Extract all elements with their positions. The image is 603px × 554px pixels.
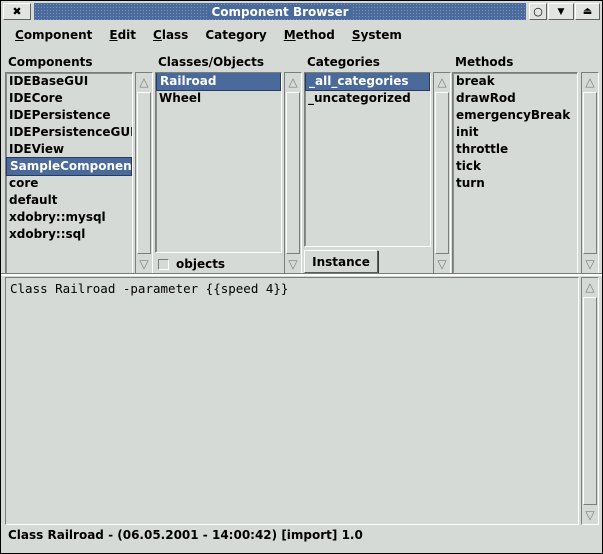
scroll-up-icon[interactable]: △ (136, 74, 152, 90)
component-item[interactable]: xdobry::sql (6, 226, 132, 243)
menu-edit[interactable]: Edit (109, 28, 136, 42)
menu-method[interactable]: Method (284, 28, 335, 42)
scroll-up-icon[interactable]: △ (582, 74, 598, 90)
menu-label: ystem (360, 28, 402, 42)
window-title: Component Browser (207, 4, 353, 19)
classes-list[interactable]: Railroad Wheel (155, 72, 282, 253)
maximize-button[interactable]: ⏏ (575, 3, 600, 20)
methods-list[interactable]: break drawRod emergencyBreak init throttle ti… (452, 72, 578, 274)
minimize-down-icon: ▼ (557, 6, 565, 17)
mnemonic: M (283, 28, 296, 42)
components-scrollbar[interactable]: △ ▽ (135, 72, 153, 274)
scroll-down-icon[interactable]: ▽ (136, 256, 152, 272)
status-bar: Class Railroad - (06.05.2001 - 14:00:42)… (8, 528, 363, 542)
source-editor[interactable]: Class Railroad -parameter {{speed 4}} (5, 277, 579, 525)
menu-label: ethod (295, 28, 335, 42)
menu-class[interactable]: Class (153, 28, 188, 42)
method-item[interactable]: throttle (453, 141, 577, 158)
instance-button[interactable]: Instance (304, 250, 378, 273)
close-x-icon: ✖ (12, 5, 22, 18)
scroll-up-icon[interactable]: △ (434, 74, 450, 90)
class-item[interactable]: Wheel (156, 90, 281, 107)
menu-label: lass (161, 28, 189, 42)
minimize-button[interactable]: ▼ (548, 3, 574, 20)
component-browser-window: ✖ Component Browser ○ ▼ ⏏ Component Edit… (0, 0, 603, 554)
classes-scrollbar[interactable]: △ ▽ (284, 72, 302, 274)
mnemonic: C (15, 28, 24, 42)
menu-label: Category (205, 28, 267, 42)
close-button[interactable]: ✖ (3, 3, 31, 20)
mnemonic: C (153, 28, 162, 42)
component-item[interactable]: IDEView (6, 141, 132, 158)
scroll-down-icon[interactable]: ▽ (582, 256, 598, 272)
component-item[interactable]: xdobry::mysql (6, 209, 132, 226)
menu-system[interactable]: System (352, 28, 402, 42)
menu-component[interactable]: Component (15, 28, 92, 42)
window-title-area[interactable]: Component Browser (34, 3, 526, 20)
scroll-up-icon[interactable]: △ (285, 74, 301, 90)
scroll-down-icon[interactable]: ▽ (285, 256, 301, 272)
methods-header: Methods (455, 55, 514, 69)
sticky-button[interactable]: ○ (529, 3, 547, 20)
categories-scrollbar[interactable]: △ ▽ (433, 72, 451, 274)
scroll-thumb[interactable] (435, 92, 449, 254)
scroll-down-icon[interactable]: ▽ (434, 256, 450, 272)
mnemonic: E (109, 28, 118, 42)
scroll-up-icon[interactable]: △ (582, 279, 598, 295)
editor-scrollbar[interactable]: △ ▽ (581, 277, 599, 525)
menu-label: dit (117, 28, 137, 42)
scroll-down-icon[interactable]: ▽ (582, 507, 598, 523)
categories-list[interactable]: _all_categories _uncategorized (304, 72, 431, 247)
component-item[interactable]: SampleComponent (6, 157, 132, 176)
scroll-thumb[interactable] (137, 92, 151, 254)
component-item[interactable]: IDECore (6, 90, 132, 107)
component-item[interactable]: IDEPersistenceGUI (6, 124, 132, 141)
objects-checkbox[interactable] (158, 258, 169, 270)
method-item[interactable]: emergencyBreak (453, 107, 577, 124)
method-item[interactable]: break (453, 73, 577, 90)
component-item[interactable]: IDEBaseGUI (6, 73, 132, 90)
category-item[interactable]: _all_categories (305, 73, 430, 91)
category-item[interactable]: _uncategorized (305, 90, 430, 107)
classes-header: Classes/Objects (158, 55, 265, 69)
method-item[interactable]: drawRod (453, 90, 577, 107)
objects-checkbox-label: objects (176, 257, 226, 271)
method-item[interactable]: init (453, 124, 577, 141)
mnemonic: S (351, 28, 361, 42)
method-item[interactable]: tick (453, 158, 577, 175)
menu-category[interactable]: Category (205, 28, 266, 42)
scroll-thumb[interactable] (583, 92, 597, 254)
scroll-thumb[interactable] (583, 297, 597, 505)
title-bar[interactable]: ✖ Component Browser ○ ▼ ⏏ (3, 3, 600, 20)
categories-header: Categories (307, 55, 380, 69)
component-item[interactable]: default (6, 192, 132, 209)
menu-bar: Component Edit Class Category Method Sys… (5, 23, 599, 47)
component-item[interactable]: core (6, 175, 132, 192)
editor-content: Class Railroad -parameter {{speed 4}} (10, 281, 289, 296)
scroll-thumb[interactable] (286, 92, 300, 254)
components-header: Components (8, 55, 93, 69)
objects-toggle[interactable]: objects (158, 257, 225, 271)
maximize-up-icon: ⏏ (582, 6, 593, 17)
pane-divider[interactable] (1, 273, 602, 276)
menu-label: omponent (23, 28, 93, 42)
methods-scrollbar[interactable]: △ ▽ (581, 72, 599, 274)
class-item[interactable]: Railroad (156, 73, 281, 91)
components-list[interactable]: IDEBaseGUI IDECore IDEPersistence IDEPersis… (5, 72, 133, 274)
method-item[interactable]: turn (453, 175, 577, 192)
circle-icon: ○ (533, 5, 543, 18)
component-item[interactable]: IDEPersistence (6, 107, 132, 124)
